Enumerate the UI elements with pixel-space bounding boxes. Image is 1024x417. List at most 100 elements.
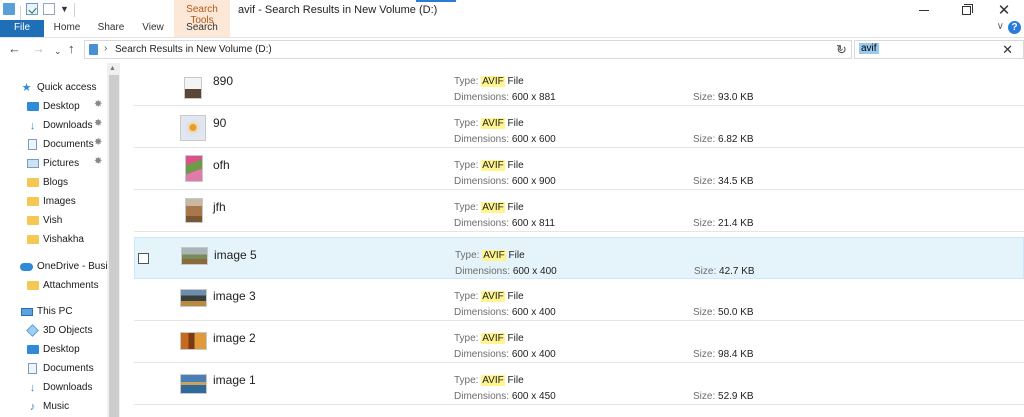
close-window-button[interactable]: ✕ [984,0,1024,20]
recent-locations-chevron-icon[interactable]: ⌄ [54,44,62,58]
nav-onedrive[interactable]: OneDrive - Busin [20,257,107,276]
file-name[interactable]: 90 [213,116,226,130]
nav-3d-objects[interactable]: 3D Objects [26,321,146,340]
expand-ribbon-chevron-icon[interactable]: ∨ [997,21,1004,32]
nav-quick-access[interactable]: ★ Quick access [20,78,140,97]
address-bar[interactable]: › Search Results in New Volume (D:) ⌄ [84,40,852,59]
desktop-icon [26,344,39,356]
new-folder-icon[interactable] [43,3,55,15]
file-type: Type: AVIF File [454,291,524,302]
minimize-button[interactable] [904,0,944,20]
download-icon: ↓ [29,119,36,132]
file-name[interactable]: image 5 [214,248,257,262]
file-type: Type: AVIF File [455,250,525,261]
this-pc-icon [20,306,33,318]
result-row[interactable]: 90 Type: AVIF File Dimensions: 600 x 600… [134,106,1024,148]
clear-search-icon[interactable]: ✕ [1002,42,1013,58]
nav-pictures-pinned[interactable]: Pictures ✸ [26,154,146,173]
forward-arrow-icon[interactable]: → [32,42,45,56]
row-select-checkbox[interactable] [138,253,149,264]
nav-this-pc[interactable]: This PC [20,302,140,321]
up-arrow-icon[interactable]: ↑ [68,42,75,56]
file-size: Size: 50.0 KB [693,307,754,318]
tab-search[interactable]: Search [174,20,230,38]
desktop-icon [26,101,39,113]
nav-vishakha[interactable]: Vishakha [26,230,146,249]
file-name[interactable]: image 1 [213,373,256,387]
nav-documents[interactable]: Documents [26,359,146,378]
tab-share[interactable]: Share [94,20,128,38]
thumbnail-image [184,77,202,99]
nav-item-label: 3D Objects [43,325,93,336]
customize-toolbar-chevron-icon[interactable]: ▼ [60,3,69,15]
file-name[interactable]: 890 [213,74,233,88]
window-focus-indicator [416,0,456,2]
nav-music[interactable]: ♪ Music [26,397,146,416]
nav-desktop[interactable]: Desktop [26,340,146,359]
file-type: Type: AVIF File [454,202,524,213]
search-box[interactable]: avif ✕ [854,40,1024,59]
tab-home[interactable]: Home [50,20,84,38]
result-row[interactable]: image 2 Type: AVIF File Dimensions: 600 … [134,321,1024,363]
music-icon: ♪ [29,400,36,413]
nav-blogs[interactable]: Blogs [26,173,146,192]
result-row[interactable]: 890 Type: AVIF File Dimensions: 600 x 88… [134,64,1024,106]
file-type: Type: AVIF File [454,375,524,386]
nav-item-label: Quick access [37,82,97,93]
file-size: Size: 21.4 KB [693,218,754,229]
nav-item-label: Pictures [43,158,80,169]
nav-desktop-pinned[interactable]: Desktop ✸ [26,97,146,116]
thumbnail-image [180,374,207,394]
toolbar-divider [74,3,75,17]
star-icon: ★ [21,82,32,94]
file-size: Size: 42.7 KB [694,266,755,277]
file-name[interactable]: image 3 [213,289,256,303]
restore-icon [961,3,973,15]
thumbnail-image [180,289,207,307]
file-size: Size: 6.82 KB [693,134,754,145]
nav-documents-pinned[interactable]: Documents ✸ [26,135,146,154]
refresh-icon[interactable]: ↻ [836,42,847,58]
file-size: Size: 52.9 KB [693,391,754,402]
result-row-selected[interactable]: image 5 Type: AVIF File Dimensions: 600 … [134,237,1024,279]
nav-downloads[interactable]: ↓ Downloads [26,378,146,397]
nav-attachments[interactable]: Attachments [26,276,146,295]
file-name[interactable]: ofh [213,158,230,172]
nav-downloads-pinned[interactable]: ↓ Downloads ✸ [26,116,146,135]
pin-icon: ✸ [94,118,103,129]
pin-icon: ✸ [94,137,103,148]
scroll-up-arrow-icon[interactable]: ▲ [109,65,116,72]
nav-vish[interactable]: Vish [26,211,146,230]
folder-icon [26,234,39,246]
file-size: Size: 98.4 KB [693,349,754,360]
onedrive-icon [20,261,33,273]
tab-file[interactable]: File [0,20,44,38]
nav-item-label: Blogs [43,177,69,188]
back-arrow-icon[interactable]: ← [8,42,21,56]
file-name[interactable]: jfh [213,200,226,214]
nav-item-label: Desktop [43,101,80,112]
nav-images[interactable]: Images [26,192,146,211]
result-row[interactable]: image 3 Type: AVIF File Dimensions: 600 … [134,279,1024,321]
pin-icon: ✸ [94,156,103,167]
file-type: Type: AVIF File [454,118,524,129]
result-row[interactable]: jfh Type: AVIF File Dimensions: 600 x 81… [134,190,1024,232]
thumbnail-image [180,115,206,141]
navigation-pane: ★ Quick access Desktop ✸ ↓ Downloads ✸ D… [0,64,120,417]
result-row[interactable]: ofh Type: AVIF File Dimensions: 600 x 90… [134,148,1024,190]
breadcrumb-path[interactable]: Search Results in New Volume (D:) [115,44,272,55]
close-icon: ✕ [997,1,1011,19]
properties-icon[interactable] [26,3,38,15]
nav-item-label: Music [43,401,70,412]
explorer-app-icon[interactable] [3,3,15,15]
file-name[interactable]: image 2 [213,331,256,345]
nav-scrollbar-thumb[interactable] [109,75,119,417]
help-icon[interactable]: ? [1008,21,1021,34]
file-dimensions: Dimensions: 600 x 900 [454,176,556,187]
result-row[interactable]: image 1 Type: AVIF File Dimensions: 600 … [134,363,1024,405]
nav-item-label: OneDrive - Busin [37,261,107,272]
search-input[interactable]: avif [859,43,879,54]
breadcrumb-chevron-icon[interactable]: › [104,43,107,54]
restore-button[interactable] [946,0,986,20]
tab-view[interactable]: View [138,20,168,38]
